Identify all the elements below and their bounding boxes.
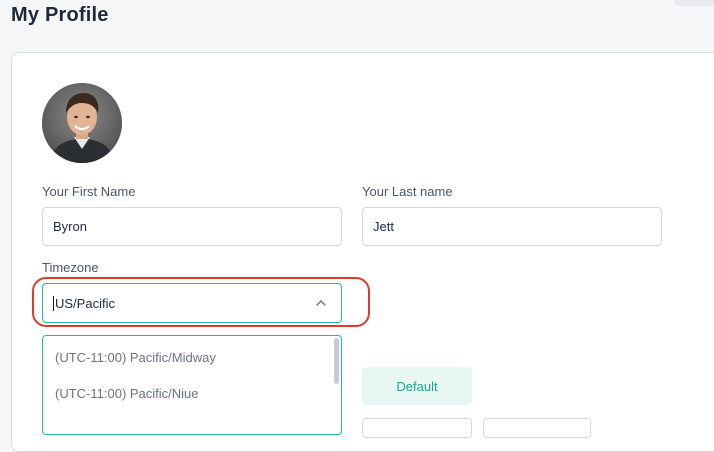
last-name-label: Your Last name <box>362 184 453 199</box>
chevron-up-icon[interactable] <box>315 297 327 309</box>
timezone-dropdown-list[interactable]: (UTC-11:00) Pacific/Midway (UTC-11:00) P… <box>42 335 342 435</box>
first-name-label: Your First Name <box>42 184 136 199</box>
timezone-label: Timezone <box>42 260 99 275</box>
secondary-button-stub[interactable] <box>362 418 472 438</box>
page-title: My Profile <box>11 4 109 26</box>
default-button[interactable]: Default <box>362 367 472 405</box>
text-cursor <box>53 295 54 311</box>
avatar-image <box>42 83 122 163</box>
first-name-input[interactable]: Byron <box>42 207 342 246</box>
secondary-button-stub[interactable] <box>483 418 591 438</box>
timezone-select[interactable]: US/Pacific <box>42 283 342 323</box>
dropdown-scrollbar[interactable] <box>334 338 339 384</box>
top-right-edge <box>674 0 714 6</box>
timezone-option[interactable]: (UTC-11:00) Pacific/Niue <box>55 386 199 401</box>
timezone-selected-value: US/Pacific <box>55 295 115 311</box>
avatar[interactable] <box>42 83 122 163</box>
timezone-option[interactable]: (UTC-11:00) Pacific/Midway <box>55 350 216 365</box>
last-name-input[interactable]: Jett <box>362 207 662 246</box>
